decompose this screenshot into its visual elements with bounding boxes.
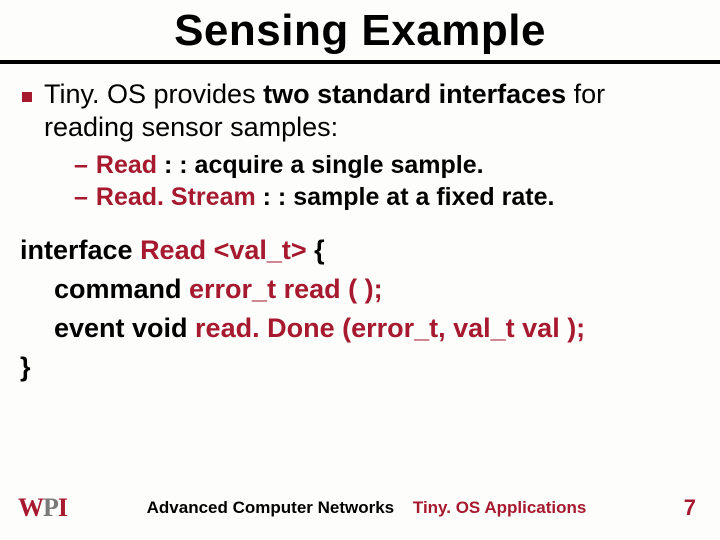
- sub-name: Read: [96, 151, 157, 179]
- bullet-main: Tiny. OS provides two standard interface…: [20, 78, 700, 144]
- dash-icon: –: [74, 182, 88, 213]
- code-read: error_t read ( );: [189, 274, 383, 304]
- bullet-square-icon: [22, 92, 32, 102]
- kw-command: command: [54, 274, 189, 304]
- code-type: Read <val_t>: [140, 235, 307, 265]
- sub-name: Read. Stream: [96, 183, 256, 211]
- wpi-logo: WPI: [18, 493, 67, 523]
- dash-icon: –: [74, 150, 88, 181]
- sub-list: – Read : : acquire a single sample. – Re…: [74, 150, 700, 213]
- bullet-text: Tiny. OS provides two standard interface…: [44, 78, 700, 144]
- slide: Sensing Example Tiny. OS provides two st…: [0, 0, 720, 540]
- sub-desc: : : sample at a fixed rate.: [256, 183, 555, 211]
- page-number: 7: [666, 495, 696, 521]
- code-line-1: interface Read <val_t> {: [20, 231, 700, 270]
- footer-center: Advanced Computer Networks Tiny. OS Appl…: [67, 498, 666, 518]
- content-area: Tiny. OS provides two standard interface…: [0, 64, 720, 486]
- sub-item-read: – Read : : acquire a single sample.: [74, 150, 700, 181]
- bullet-pre: Tiny. OS provides: [44, 79, 263, 109]
- code-line-3: event void read. Done (error_t, val_t va…: [20, 309, 700, 348]
- code-readdone: read. Done (error_t, val_t val );: [195, 313, 585, 343]
- slide-title: Sensing Example: [0, 6, 720, 56]
- logo-w: W: [18, 493, 43, 523]
- footer-text-2: Tiny. OS Applications: [413, 498, 587, 517]
- footer-text-1: Advanced Computer Networks: [147, 498, 395, 517]
- logo-i: I: [58, 493, 67, 523]
- sub-item-readstream: – Read. Stream : : sample at a fixed rat…: [74, 182, 700, 213]
- bullet-em: two standard interfaces: [263, 79, 566, 109]
- logo-p: P: [43, 493, 58, 523]
- sub-item-text: Read. Stream : : sample at a fixed rate.: [96, 182, 555, 213]
- kw-event: event void: [54, 313, 195, 343]
- code-block: interface Read <val_t> { command error_t…: [20, 231, 700, 388]
- code-brace: {: [307, 235, 325, 265]
- sub-item-text: Read : : acquire a single sample.: [96, 150, 484, 181]
- code-line-2: command error_t read ( );: [20, 270, 700, 309]
- sub-desc: : : acquire a single sample.: [157, 151, 484, 179]
- code-line-4: }: [20, 348, 700, 387]
- footer: WPI Advanced Computer Networks Tiny. OS …: [0, 486, 720, 540]
- kw-interface: interface: [20, 235, 140, 265]
- title-block: Sensing Example: [0, 0, 720, 64]
